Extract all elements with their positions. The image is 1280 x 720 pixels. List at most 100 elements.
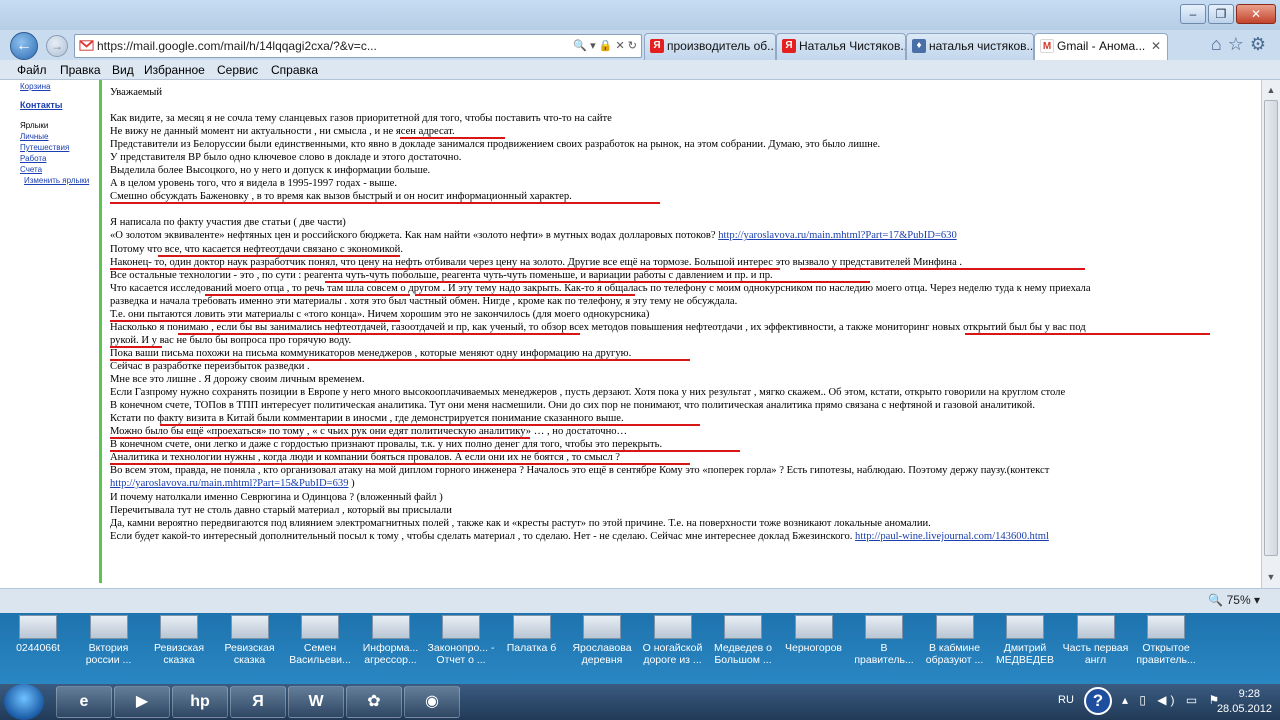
red-underline-mark [110, 450, 740, 453]
taskbar: e ▶ hp Я W ✿ ◉ RU ? ▴ ▯ ◀) ▭ ⚑ 9:28 28.05.2012 [0, 684, 1280, 720]
gmail-icon [79, 40, 94, 51]
message-line: Как видите, за месяц я не сочла тему сла… [110, 113, 612, 124]
red-underline-mark [800, 267, 1085, 270]
desktop-shortcut[interactable]: Медведев о Большом ... [709, 613, 777, 684]
back-button[interactable]: ← [10, 32, 38, 60]
shortcut-label: Открытое правитель... [1136, 642, 1196, 666]
menu-tools[interactable]: Сервис [217, 63, 258, 77]
label-travel[interactable]: Путешествия [20, 143, 69, 152]
shortcut-label: Вктория россии ... [85, 642, 132, 666]
network-icon[interactable]: ✿ [346, 686, 402, 718]
red-underline-mark [178, 332, 580, 335]
desktop-shortcut[interactable]: Ревизская сказка [216, 613, 284, 684]
message-line: Я написала по факту участия две статьи (… [110, 217, 346, 229]
menu-file[interactable]: Файл [17, 63, 47, 77]
desktop-shortcut[interactable]: Законопро... - Отчет о ... [427, 613, 495, 684]
desktop-shortcut[interactable]: Вктория россии ... [75, 613, 143, 684]
clock-date[interactable]: 28.05.2012 [1217, 703, 1272, 715]
zoom-level[interactable]: 🔍 75% ▾ [1208, 593, 1260, 607]
menu-help[interactable]: Справка [271, 63, 318, 77]
red-underline-mark [110, 437, 530, 440]
desktop-shortcut[interactable]: 0244066t [4, 613, 72, 684]
scroll-up-arrow[interactable]: ▲ [1264, 83, 1278, 97]
desktop-shortcut[interactable]: Информа... агрессор... [357, 613, 425, 684]
shortcut-label: В правитель... [854, 642, 914, 666]
desktop-shortcut[interactable]: В правитель... [850, 613, 918, 684]
message-greeting: Уважаемый [110, 87, 163, 98]
shortcut-label: Семен Васильеви... [289, 642, 351, 666]
link-paul-wine[interactable]: http://paul-wine.livejournal.com/143600.… [855, 531, 1049, 542]
desktop-shortcut[interactable]: Часть первая англ [1062, 613, 1130, 684]
tab-2[interactable]: Я Наталья Чистяков... [776, 33, 906, 60]
menu-edit[interactable]: Правка [60, 63, 101, 77]
minimize-button[interactable]: – [1180, 4, 1206, 24]
shortcut-label: Черногоров [784, 642, 842, 654]
sidebar-link-basket[interactable]: Корзина [20, 82, 50, 91]
chrome-icon[interactable]: ◉ [404, 686, 460, 718]
tab-close-icon[interactable]: ✕ [1151, 34, 1161, 59]
document-icon [19, 615, 57, 639]
address-bar-icons[interactable]: 🔍 ▾ 🔒 ✕ ↻ [573, 35, 637, 57]
link-yaroslavova-639[interactable]: http://yaroslavova.ru/main.mhtml?Part=15… [110, 478, 349, 489]
language-indicator[interactable]: RU [1058, 694, 1074, 706]
red-underline-mark [158, 254, 400, 257]
red-underline-mark [415, 293, 635, 296]
status-bar: 🔍 75% ▾ [0, 588, 1280, 613]
message-line: И почему натолкали именно Севрюгина и Од… [110, 491, 443, 503]
label-work[interactable]: Работа [20, 154, 46, 163]
scroll-down-arrow[interactable]: ▼ [1264, 570, 1278, 584]
clock-time[interactable]: 9:28 [1239, 688, 1260, 700]
tab-1[interactable]: Я производитель об... [644, 33, 776, 60]
desktop-shortcut[interactable]: Ярославова деревня [568, 613, 636, 684]
address-bar[interactable]: https://mail.google.com/mail/h/14lqqagi2… [74, 34, 642, 58]
tab-3[interactable]: ♦ наталья чистяков... [906, 33, 1034, 60]
desktop-shortcut[interactable]: Ревизская сказка [145, 613, 213, 684]
desktop-shortcut[interactable]: Семен Васильеви... [286, 613, 354, 684]
document-icon [935, 615, 974, 639]
menu-view[interactable]: Вид [112, 63, 134, 77]
red-underline-mark [110, 463, 690, 466]
help-icon[interactable]: ? [1084, 687, 1112, 715]
word-icon[interactable]: W [288, 686, 344, 718]
message-quote-bar [99, 80, 102, 583]
media-player-icon[interactable]: ▶ [114, 686, 170, 718]
desktop-shortcut[interactable]: О ногайской дороге из ... [639, 613, 707, 684]
maximize-button[interactable]: ❐ [1208, 4, 1234, 24]
tab-label: производитель об... [667, 39, 776, 53]
desktop-shortcut[interactable]: Открытое правитель... [1132, 613, 1200, 684]
ie-icon[interactable]: e [56, 686, 112, 718]
labels-heading: Ярлыки [20, 121, 49, 130]
red-underline-mark [325, 280, 870, 283]
document-icon [1006, 615, 1044, 639]
toolbar-icons[interactable]: ⌂☆⚙ [1211, 34, 1272, 55]
yandex-icon[interactable]: Я [230, 686, 286, 718]
sidebar-link-contacts[interactable]: Контакты [20, 100, 62, 110]
menu-favorites[interactable]: Избранное [144, 63, 205, 77]
tab-label: наталья чистяков... [929, 39, 1034, 53]
red-underline-mark [110, 319, 400, 322]
forward-button[interactable]: → [46, 35, 68, 57]
tray-icons[interactable]: ▴ ▯ ◀) ▭ ⚑ [1122, 693, 1223, 707]
desktop-shortcut[interactable]: В кабмине образуют ... [921, 613, 989, 684]
desktop-shortcut[interactable]: Палатка б [498, 613, 566, 684]
scroll-thumb[interactable] [1264, 100, 1278, 556]
start-button[interactable] [4, 684, 44, 720]
red-underline-mark [965, 332, 1210, 335]
label-bills[interactable]: Счета [20, 165, 42, 174]
desktop-shortcut[interactable]: Черногоров [780, 613, 848, 684]
vertical-scrollbar[interactable]: ▲ ▼ [1261, 80, 1280, 588]
message-body: Уважаемый Как видите, за месяц я не сочл… [110, 80, 1250, 588]
red-underline-mark [110, 267, 640, 270]
link-yaroslavova-630[interactable]: http://yaroslavova.ru/main.mhtml?Part=17… [718, 230, 957, 241]
shortcut-label: Информа... агрессор... [362, 642, 419, 666]
shortcut-label: Дмитрий МЕДВЕДЕВ [996, 642, 1054, 666]
label-personal[interactable]: Личные [20, 132, 49, 141]
edit-labels-link[interactable]: Изменить ярлыки [24, 176, 89, 185]
tab-gmail-active[interactable]: M Gmail - Анома... ✕ [1034, 33, 1168, 60]
close-window-button[interactable]: ✕ [1236, 4, 1276, 24]
hp-icon[interactable]: hp [172, 686, 228, 718]
message-line: Представители из Белоруссии были единств… [110, 139, 881, 151]
shortcut-label: Медведев о Большом ... [714, 642, 772, 666]
desktop-shortcut[interactable]: Дмитрий МЕДВЕДЕВ [991, 613, 1059, 684]
document-icon [230, 615, 269, 639]
